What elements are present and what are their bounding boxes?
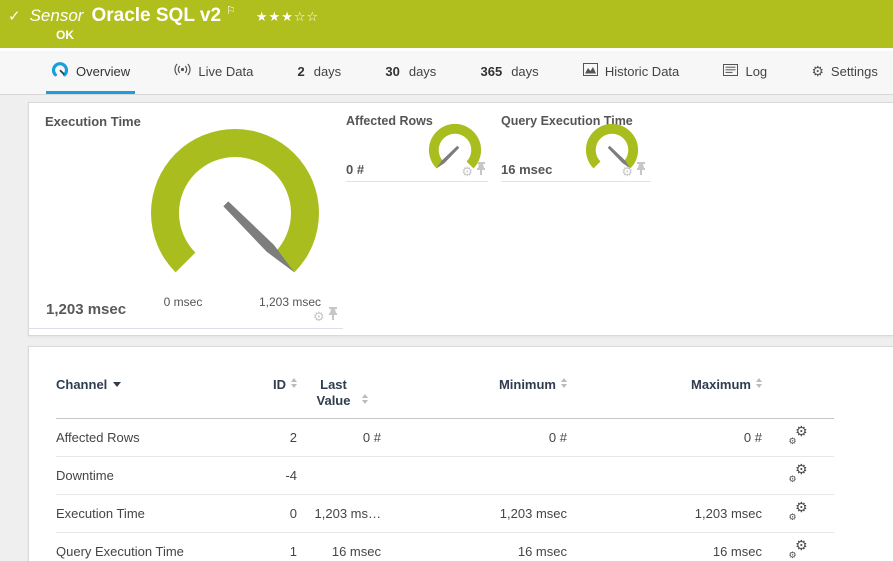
tab-365-days[interactable]: 365 days (476, 51, 544, 94)
mini-gauge-value: 16 msec (501, 162, 553, 177)
column-label: Maximum (691, 377, 751, 392)
primary-gauge-value: 1,203 msec (46, 301, 127, 318)
tab-label: days (313, 63, 342, 79)
log-icon (723, 63, 739, 79)
channel-minimum: 16 msec (381, 531, 567, 561)
pin-icon[interactable] (476, 162, 486, 180)
channel-maximum (567, 455, 762, 494)
stars-empty: ☆☆ (293, 9, 320, 24)
stars-filled: ★★★ (255, 9, 294, 24)
column-header-channel[interactable]: Channel (56, 365, 241, 418)
tab-overview[interactable]: Overview (46, 51, 136, 94)
column-header-last-value[interactable]: Last Value (297, 365, 381, 418)
tab-number: 2 (297, 63, 305, 79)
channel-minimum (381, 455, 567, 494)
channel-minimum: 0 # (548, 430, 567, 445)
chart-icon (582, 63, 598, 79)
tab-log[interactable]: Log (718, 51, 772, 94)
priority-stars[interactable]: ★★★☆☆ (256, 9, 319, 25)
execution-time-gauge (151, 129, 319, 273)
column-label: Minimum (498, 377, 556, 392)
tab-label: Overview (76, 63, 131, 79)
channel-id: 0 (241, 493, 297, 532)
table-header-row: Channel ID Last Value Minimum Maximum (56, 365, 834, 418)
gauge-settings-icon[interactable]: ⚙ (461, 165, 473, 178)
pin-icon[interactable] (636, 162, 646, 180)
column-header-settings (762, 365, 834, 418)
tab-label: days (511, 63, 539, 79)
channel-last-value: 0 # (362, 430, 381, 445)
tab-historic-data[interactable]: Historic Data (578, 51, 684, 94)
status-check-icon: ✓ (8, 8, 21, 25)
channel-settings-icon[interactable]: ⚙ ⚙ (789, 500, 808, 522)
sort-icon (361, 394, 368, 405)
sensor-title: Oracle SQL v2 (91, 5, 222, 26)
gear-icon: ⚙ (811, 63, 824, 79)
column-header-minimum[interactable]: Minimum (381, 365, 567, 418)
object-kind-label: Sensor (29, 6, 84, 25)
gauge-settings-icon[interactable]: ⚙ (313, 310, 325, 323)
gauge-icon (51, 61, 69, 81)
channel-settings-icon[interactable]: ⚙ ⚙ (789, 462, 808, 484)
channel-last-value: 1,203 ms… (297, 493, 381, 532)
pin-icon[interactable] (328, 307, 338, 325)
sensor-header: ✓ Sensor Oracle SQL v2 ⚐ ★★★☆☆ OK (0, 0, 893, 48)
table-row[interactable]: Query Execution Time 1 16 msec 16 msec 1… (56, 531, 834, 561)
tab-2-days[interactable]: 2 days (292, 51, 346, 94)
channel-settings-icon[interactable]: ⚙ ⚙ (789, 538, 808, 560)
column-label: Channel (56, 377, 108, 392)
channel-id: 1 (241, 531, 297, 561)
channel-name: Affected Rows (56, 430, 140, 445)
channel-id: -4 (241, 455, 297, 494)
channel-maximum: 16 msec (567, 531, 762, 561)
table-row[interactable]: Affected Rows 2 0 # 0 # 0 # ⚙ ⚙ (56, 418, 834, 456)
channel-last-value (297, 455, 381, 494)
channel-name: Execution Time (56, 493, 241, 532)
tab-label: Log (745, 63, 768, 79)
tab-number: 365 (480, 63, 503, 79)
column-header-maximum[interactable]: Maximum (567, 365, 762, 418)
mini-gauge-affected-rows: Affected Rows 0 # ⚙ (346, 114, 488, 182)
gauge-settings-icon[interactable]: ⚙ (621, 165, 633, 178)
channel-maximum: 0 # (743, 430, 762, 445)
sort-desc-icon (113, 382, 122, 387)
channel-last-value: 16 msec (297, 531, 381, 561)
tab-label: days (408, 63, 437, 79)
tab-bar: Overview Live Data 2 days 30 days 365 da… (0, 48, 893, 95)
column-label: ID (273, 377, 286, 392)
sort-icon (291, 378, 297, 388)
channel-name: Downtime (56, 455, 241, 494)
channel-settings-icon[interactable]: ⚙ ⚙ (789, 424, 808, 446)
tab-30-days[interactable]: 30 days (380, 51, 441, 94)
mini-gauge-query-execution-time: Query Execution Time 16 msec ⚙ (501, 114, 651, 182)
tab-label: Historic Data (604, 63, 680, 79)
tab-live-data[interactable]: Live Data (169, 51, 258, 94)
channel-name: Query Execution Time (56, 531, 241, 561)
channels-panel: Channel ID Last Value Minimum Maximum Af… (28, 346, 893, 561)
gauge-scale-min: 0 msec (163, 295, 203, 309)
sort-icon (756, 378, 762, 388)
channel-maximum: 1,203 msec (567, 493, 762, 532)
table-row[interactable]: Execution Time 0 1,203 ms… 1,203 msec 1,… (56, 493, 834, 532)
tab-number: 30 (385, 63, 400, 79)
table-row[interactable]: Downtime -4 ⚙ ⚙ (56, 455, 834, 494)
tab-settings[interactable]: ⚙ Settings (806, 51, 883, 94)
channels-table: Channel ID Last Value Minimum Maximum Af… (56, 365, 834, 561)
sort-icon (561, 378, 567, 388)
channel-minimum: 1,203 msec (381, 493, 567, 532)
gauge-divider (29, 328, 343, 329)
tab-label: Live Data (198, 63, 254, 79)
column-header-id[interactable]: ID (241, 365, 297, 418)
flag-icon[interactable]: ⚐ (226, 4, 236, 17)
gauges-panel: Execution Time 0 msec 1,203 msec 1,203 m… (28, 102, 893, 336)
tab-label: Settings (830, 63, 878, 79)
primary-gauge-title: Execution Time (45, 114, 141, 129)
column-label: Last Value (316, 377, 351, 409)
live-data-icon (174, 63, 191, 79)
channel-id: 2 (289, 430, 297, 445)
mini-gauge-value: 0 # (346, 162, 365, 177)
status-badge: OK (56, 28, 74, 42)
